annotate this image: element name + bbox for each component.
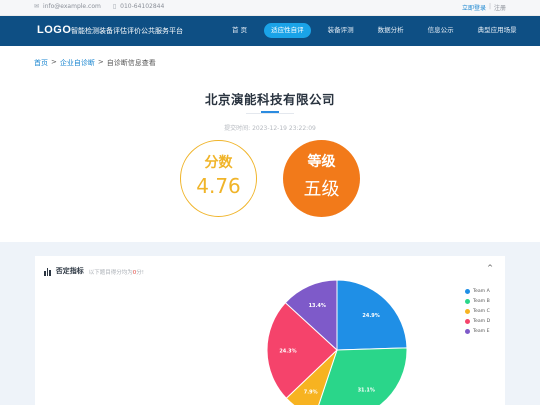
auth-links: 立即登录 | 注册 [462, 3, 506, 12]
breadcrumb: 首页 > 企业自诊断 > 自诊断信息查看 [34, 58, 156, 68]
legend-label: Team C [473, 308, 490, 314]
score-value: 4.76 [196, 174, 241, 198]
negative-indicators-panel: 否定指标 以下题目得分均为0分! ^ [35, 256, 505, 405]
nav-item-scenarios[interactable]: 典型应用场景 [471, 23, 524, 38]
legend-swatch [465, 299, 470, 305]
legend-item-team-d[interactable]: Team D [465, 316, 490, 326]
bar-chart-icon [44, 268, 51, 276]
panel-title: 否定指标 [55, 267, 84, 275]
phone-icon: ▯ [112, 3, 117, 10]
grade-label: 等级 [307, 154, 336, 170]
panel-hint: 以下题目得分均为0分! [89, 268, 144, 276]
nav-item-data-analysis[interactable]: 数据分析 [371, 23, 411, 38]
mail-icon: ✉ [34, 3, 40, 10]
main-navbar: LOGO 智能检测装备评估评价公共服务平台 首 页 适应性自评 装备评测 数据分… [0, 16, 540, 46]
chart-legend: Team A Team B Team C Team D Team E [465, 287, 490, 336]
nav-item-information[interactable]: 信息公示 [421, 23, 461, 38]
legend-item-team-b[interactable]: Team B [465, 297, 490, 307]
submitted-time: 提交时间: 2023-12-19 23:22:09 [224, 125, 316, 132]
auth-divider: | [488, 3, 491, 10]
hint-prefix: 以下题目得分均为 [88, 270, 133, 276]
legend-swatch [465, 289, 470, 295]
contact-info: ✉ info@example.com ▯ 010-64102844 [34, 3, 164, 10]
breadcrumb-current: 自诊断信息查看 [106, 59, 156, 67]
legend-item-team-a[interactable]: Team A [465, 287, 490, 297]
grade-circle: 等级 五级 [283, 140, 360, 217]
legend-item-team-c[interactable]: Team C [465, 307, 490, 317]
breadcrumb-section[interactable]: 企业自诊断 [60, 58, 95, 68]
register-link[interactable]: 注册 [494, 3, 506, 12]
company-name: 北京演能科技有限公司 [204, 92, 335, 107]
breadcrumb-separator: > [97, 58, 104, 66]
grade-value: 五级 [303, 179, 340, 200]
contact-phone: 010-64102844 [120, 3, 165, 10]
score-label: 分数 [204, 155, 233, 171]
breadcrumb-home[interactable]: 首页 [34, 58, 48, 68]
nav-item-equipment-evaluation[interactable]: 装备评测 [321, 23, 361, 38]
chevron-up-icon[interactable]: ^ [487, 264, 493, 272]
panel-header: 否定指标 以下题目得分均为0分! [44, 266, 144, 276]
legend-label: Team B [473, 299, 490, 305]
nav-item-home[interactable]: 首 页 [225, 23, 254, 38]
legend-label: Team D [473, 318, 491, 324]
title-divider [246, 113, 294, 114]
legend-label: Team E [473, 328, 490, 334]
login-link[interactable]: 立即登录 [462, 3, 486, 12]
nav-menu: 首 页 适应性自评 装备评测 数据分析 信息公示 典型应用场景 [225, 23, 534, 38]
breadcrumb-separator: > [51, 58, 57, 66]
title-underline [261, 111, 279, 113]
legend-swatch [465, 318, 470, 324]
site-name: 智能检测装备评估评价公共服务平台 [71, 27, 183, 35]
nav-item-self-assessment[interactable]: 适应性自评 [264, 23, 311, 38]
legend-swatch [465, 308, 470, 314]
site-logo[interactable]: LOGO [37, 24, 71, 36]
legend-label: Team A [473, 289, 490, 295]
top-utility-bar: ✉ info@example.com ▯ 010-64102844 立即登录 |… [0, 0, 540, 16]
legend-item-team-e[interactable]: Team E [465, 326, 490, 336]
hint-suffix: 分! [136, 270, 145, 276]
contact-email: info@example.com [43, 3, 101, 10]
legend-swatch [465, 328, 470, 334]
score-circle: 分数 4.76 [180, 140, 257, 217]
